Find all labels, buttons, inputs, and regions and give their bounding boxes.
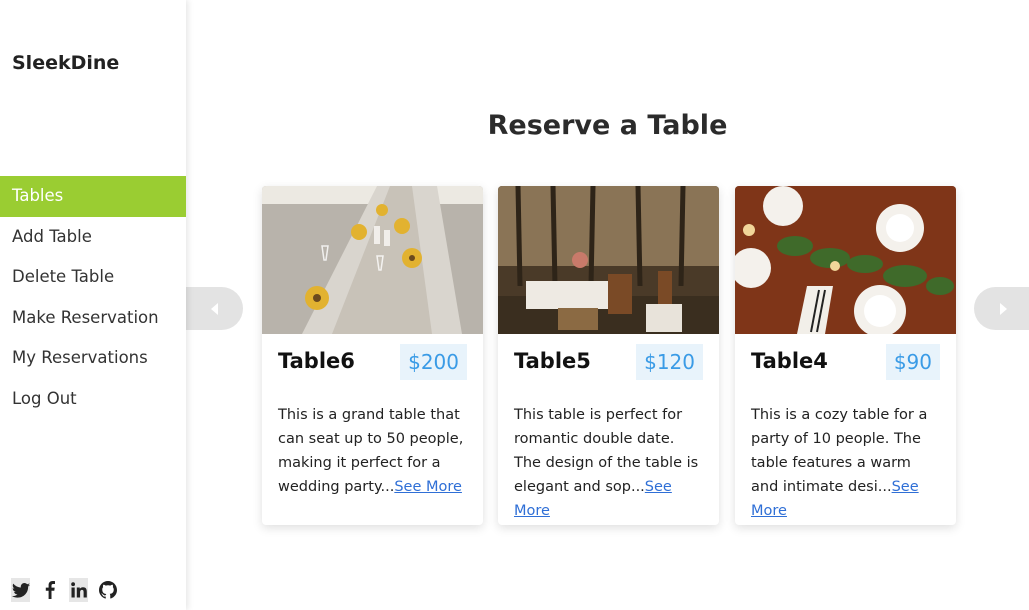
sidebar-item-my-reservations[interactable]: My Reservations — [0, 338, 186, 379]
table-name: Table4 — [751, 349, 828, 373]
table-description: This table is perfect for romantic doubl… — [514, 403, 704, 523]
sidebar: SleekDine Tables Add Table Delete Table … — [0, 0, 186, 610]
linkedin-icon[interactable] — [69, 578, 88, 602]
chevron-left-icon — [210, 302, 218, 315]
table-photo — [262, 186, 483, 334]
see-more-link[interactable]: See More — [394, 479, 462, 495]
price-badge: $200 — [400, 344, 467, 380]
table-card[interactable]: Table6 $200 This is a grand table that c… — [262, 186, 483, 525]
sidebar-item-delete-table[interactable]: Delete Table — [0, 257, 186, 298]
table-photo — [498, 186, 719, 334]
sidebar-item-tables[interactable]: Tables — [0, 176, 186, 217]
sidebar-item-make-reservation[interactable]: Make Reservation — [0, 298, 186, 339]
carousel-prev-button[interactable] — [186, 287, 243, 330]
carousel-next-button[interactable] — [974, 287, 1029, 330]
brand-logo[interactable]: SleekDine — [12, 52, 119, 74]
table-card[interactable]: Table5 $120 This table is perfect for ro… — [498, 186, 719, 525]
table-card[interactable]: Table4 $90 This is a cozy table for a pa… — [735, 186, 956, 525]
twitter-icon[interactable] — [11, 578, 30, 602]
sidebar-nav: Tables Add Table Delete Table Make Reser… — [0, 176, 186, 419]
sidebar-item-log-out[interactable]: Log Out — [0, 379, 186, 420]
price-badge: $120 — [636, 344, 703, 380]
table-name: Table5 — [514, 349, 591, 373]
table-name: Table6 — [278, 349, 355, 373]
price-badge: $90 — [885, 344, 940, 380]
facebook-icon[interactable] — [40, 578, 59, 602]
github-icon[interactable] — [98, 578, 117, 602]
chevron-right-icon — [999, 302, 1007, 315]
main-content: Reserve a Table Table6 $200 This is a gr… — [186, 0, 1029, 610]
page-title: Reserve a Table — [487, 110, 728, 141]
table-photo — [735, 186, 956, 334]
table-description: This is a grand table that can seat up t… — [278, 403, 468, 499]
table-description: This is a cozy table for a party of 10 p… — [751, 403, 941, 523]
sidebar-item-add-table[interactable]: Add Table — [0, 217, 186, 258]
social-links — [11, 578, 117, 602]
